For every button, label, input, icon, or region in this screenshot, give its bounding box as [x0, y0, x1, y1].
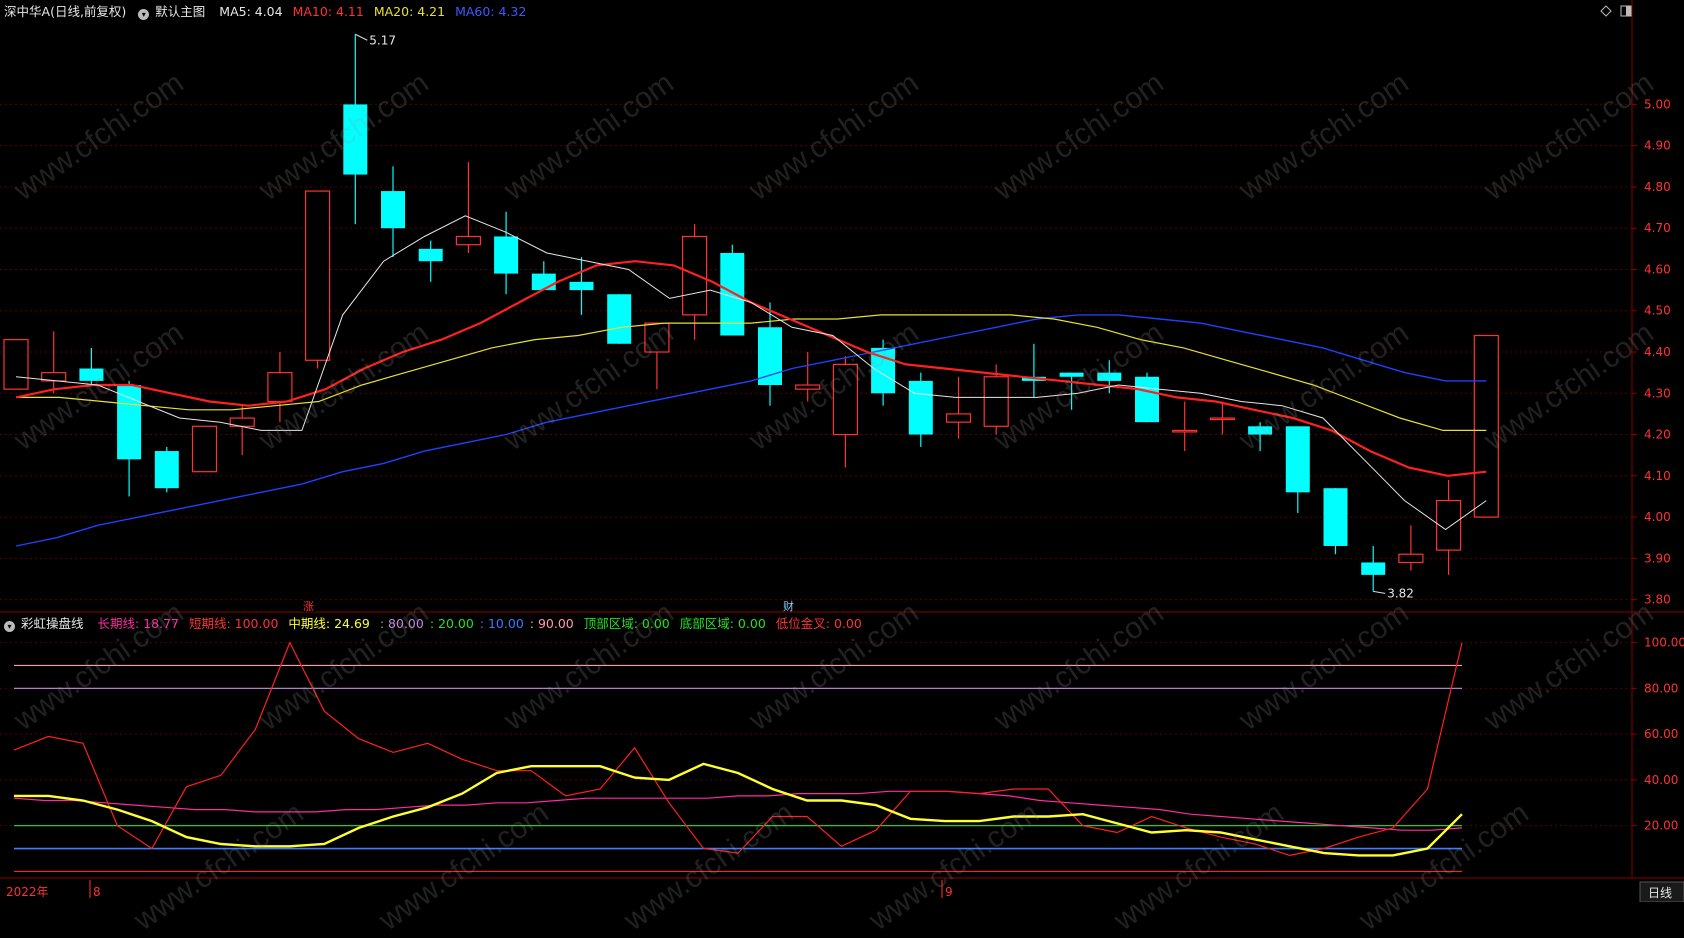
top-zone-value: 顶部区域: 0.00: [583, 616, 670, 631]
price-tick-label: 4.30: [1644, 386, 1671, 400]
ma5-line: [15, 215, 1487, 531]
marker-fin: 财: [783, 599, 794, 613]
candle-body: [644, 322, 670, 353]
ma10-line: [15, 260, 1487, 477]
template-name[interactable]: 默认主图: [155, 4, 205, 19]
short-line-value: 短期线: 100.00: [188, 616, 279, 631]
mid-line-value: 中期线: 24.69: [288, 616, 370, 631]
candle-body: [267, 372, 293, 403]
level-80-value: : 80.00: [379, 616, 424, 631]
candle-body: [79, 368, 104, 381]
candle-body: [117, 385, 142, 460]
low-pointer: [1373, 590, 1386, 594]
ma20-value: MA20: 4.21: [373, 4, 446, 19]
level-10-value: : 10.00: [479, 616, 524, 631]
candle-body: [1209, 417, 1236, 421]
series-line-1: [13, 641, 1463, 857]
price-tick-label: 4.20: [1644, 428, 1671, 442]
candle-body: [455, 235, 481, 246]
price-tick-label: 4.40: [1644, 345, 1671, 359]
price-tick-label: 3.80: [1644, 593, 1671, 607]
candle-body: [983, 376, 1009, 427]
candle-body: [758, 327, 782, 386]
indicator-tick-label: 100.00: [1644, 636, 1684, 650]
indicator-name[interactable]: 彩虹操盘线: [21, 616, 84, 631]
price-tick-label: 4.70: [1644, 221, 1671, 235]
period-button[interactable]: 日线: [1648, 886, 1672, 900]
indicator-tick-label: 80.00: [1644, 681, 1678, 695]
high-price-label: 5.17: [369, 33, 396, 47]
candle-body: [3, 339, 29, 390]
candle-body: [832, 363, 859, 436]
indicator-tick-label: 20.00: [1644, 819, 1678, 833]
ma5-value: MA5: 4.04: [219, 4, 283, 19]
price-tick-label: 3.90: [1644, 551, 1671, 565]
price-tick-label: 4.80: [1644, 180, 1671, 194]
candle-body: [1172, 429, 1198, 433]
chevron-down-icon[interactable]: ▾: [4, 621, 15, 632]
candle-body: [1135, 376, 1159, 423]
price-tick-label: 4.00: [1644, 510, 1671, 524]
chevron-down-icon[interactable]: ▾: [138, 9, 150, 20]
candle-body: [418, 248, 443, 262]
long-line-value: 长期线: 18.77: [97, 616, 179, 631]
ma60-value: MA60: 4.32: [455, 4, 527, 19]
candle-body: [381, 191, 405, 229]
main-chart-header: 深中华A(日线,前复权) ▾ 默认主图 MA5: 4.04 MA10: 4.11 …: [4, 0, 532, 24]
candle-body: [569, 281, 594, 291]
candle-body: [1285, 426, 1310, 493]
candle-body: [607, 294, 632, 344]
candle-body: [1248, 426, 1273, 435]
candle-body: [945, 413, 972, 423]
candle-body: [1398, 553, 1424, 564]
price-tick-label: 4.90: [1644, 139, 1671, 153]
price-tick-label: 5.00: [1644, 97, 1671, 111]
candle-body: [1323, 488, 1348, 546]
period-mode: (日线,前复权): [50, 4, 127, 19]
candle-body: [343, 104, 368, 175]
low-gold-cross-value: 低位金叉: 0.00: [775, 616, 862, 631]
candle-body: [531, 273, 556, 291]
window-toggle-icon[interactable]: [1620, 5, 1632, 20]
ma10-value: MA10: 4.11: [292, 4, 364, 19]
candle-body: [795, 384, 821, 390]
candle-body: [305, 190, 331, 361]
candle-body: [1059, 372, 1084, 377]
candle-body: [908, 380, 933, 435]
chart-canvas[interactable]: 5.00 4.90 4.80 4.70 4.60 4.50 4.40 4.30 4.20 4.10…: [0, 0, 1684, 902]
price-tick-label: 4.50: [1644, 304, 1671, 318]
low-price-label: 3.82: [1387, 586, 1414, 600]
year-label: 2022年: [6, 885, 49, 899]
candle-body: [1473, 334, 1499, 518]
candle-body: [154, 451, 179, 489]
indicator-tick-label: 40.00: [1644, 773, 1678, 787]
month-9-label: 9: [945, 885, 953, 899]
indicator-header: ▾ 彩虹操盘线 长期线: 18.77 短期线: 100.00 中期线: 24.69…: [4, 612, 868, 636]
level-20-value: : 20.00: [429, 616, 474, 631]
level-90-value: : 90.00: [529, 616, 574, 631]
month-8-label: 8: [93, 885, 101, 899]
series-line-0: [13, 790, 1463, 831]
diamond-icon[interactable]: [1600, 5, 1612, 20]
stock-name[interactable]: 深中华A: [4, 4, 50, 19]
candle-body: [1097, 372, 1122, 381]
candle-body: [681, 235, 708, 316]
candle-body: [494, 236, 519, 274]
high-pointer: [355, 33, 368, 41]
bottom-zone-value: 底部区域: 0.00: [679, 616, 766, 631]
candle-body: [1361, 562, 1386, 575]
candle-body: [191, 425, 218, 473]
indicator-tick-label: 60.00: [1644, 727, 1678, 741]
stock-chart-window[interactable]: 5.00 4.90 4.80 4.70 4.60 4.50 4.40 4.30 4.20 4.10…: [0, 0, 1684, 937]
price-tick-label: 4.60: [1644, 262, 1671, 276]
price-tick-label: 4.10: [1644, 469, 1671, 483]
